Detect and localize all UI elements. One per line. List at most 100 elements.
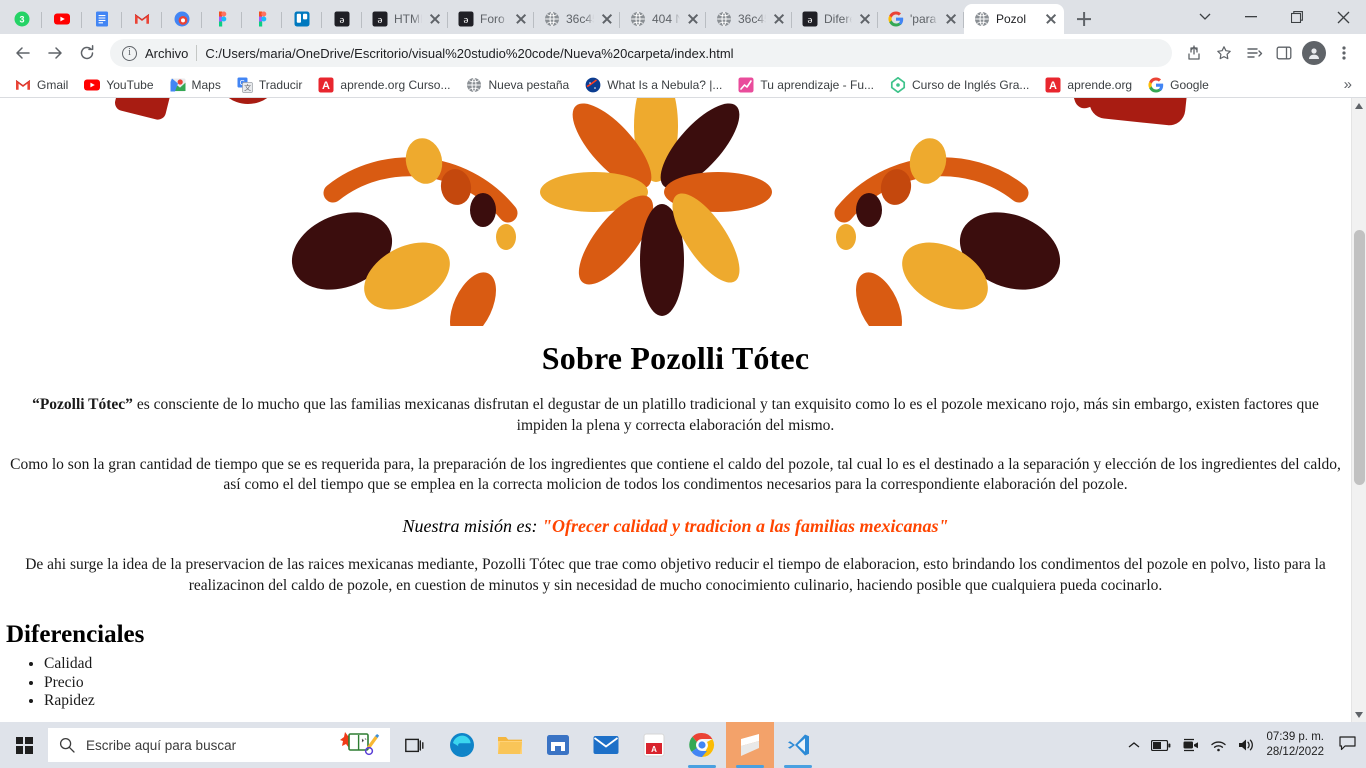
- tab-close-icon[interactable]: [858, 12, 872, 26]
- page-scrollbar[interactable]: [1351, 98, 1366, 722]
- bookmark-label: Gmail: [37, 77, 69, 92]
- reload-icon[interactable]: [72, 38, 102, 68]
- vscode-icon: [787, 734, 809, 756]
- browser-tab[interactable]: [202, 4, 242, 34]
- task-view-button[interactable]: [390, 722, 438, 768]
- volume-icon[interactable]: [1238, 738, 1255, 752]
- tab-title: Difere: [824, 12, 852, 26]
- search-icon: [58, 736, 76, 754]
- maximize-icon[interactable]: [1274, 0, 1320, 34]
- browser-tab[interactable]: 36c45: [534, 4, 620, 34]
- bookmark-label: aprende.org: [1067, 77, 1133, 92]
- browser-tab[interactable]: 404 N: [620, 4, 706, 34]
- reading-list-icon[interactable]: [1240, 39, 1268, 67]
- page-title: Sobre Pozolli Tótec: [541, 340, 810, 376]
- bookmark-item[interactable]: Google: [1141, 74, 1216, 96]
- star-icon[interactable]: [1210, 39, 1238, 67]
- windows-start-icon: [15, 736, 33, 754]
- scrollbar-thumb[interactable]: [1354, 230, 1365, 485]
- address-bar[interactable]: i Archivo C:/Users/maria/OneDrive/Escrit…: [110, 39, 1172, 67]
- minimize-icon[interactable]: [1228, 0, 1274, 34]
- list-item: Rapidez: [44, 692, 1351, 711]
- browser-tab[interactable]: [82, 4, 122, 34]
- browser-tab[interactable]: ə Foro: [448, 4, 534, 34]
- profile-avatar-icon[interactable]: [1302, 41, 1326, 65]
- tab-close-icon[interactable]: [772, 12, 786, 26]
- tab-close-icon[interactable]: [944, 12, 958, 26]
- battery-icon[interactable]: [1151, 739, 1171, 751]
- browser-tab[interactable]: ə HTML: [362, 4, 448, 34]
- side-panel-icon[interactable]: [1270, 39, 1298, 67]
- svg-text:3: 3: [19, 15, 24, 25]
- browser-tab[interactable]: 3: [2, 4, 42, 34]
- trello-icon: [294, 11, 310, 27]
- three-dot-menu-icon[interactable]: [1330, 39, 1358, 67]
- tab-close-icon[interactable]: [1044, 12, 1058, 26]
- browser-tab[interactable]: 36c45: [706, 4, 792, 34]
- browser-tab[interactable]: ə Difere: [792, 4, 878, 34]
- taskbar-app-acrobat-reader[interactable]: A: [630, 722, 678, 768]
- bookmark-item[interactable]: Aaprende.org: [1038, 74, 1139, 96]
- taskbar-search-box[interactable]: Escribe aquí para buscar: [48, 728, 390, 762]
- figma-icon: [254, 11, 270, 27]
- task-view-icon: [404, 738, 423, 752]
- bookmark-item[interactable]: Aaprende.org Curso...: [311, 74, 457, 96]
- sublime-text-icon: [741, 734, 759, 756]
- start-button[interactable]: [0, 722, 48, 768]
- tab-close-icon[interactable]: [514, 12, 528, 26]
- browser-tab[interactable]: [162, 4, 202, 34]
- bookmark-item[interactable]: YouTube: [77, 74, 160, 96]
- share-icon[interactable]: [1180, 39, 1208, 67]
- browser-tab[interactable]: [242, 4, 282, 34]
- bookmark-item[interactable]: Nueva pestaña: [459, 74, 576, 96]
- brand-name-bold: “Pozolli Tótec”: [32, 396, 133, 413]
- site-info-icon[interactable]: i: [122, 45, 137, 61]
- tab-search-icon[interactable]: [1182, 0, 1228, 34]
- tab-close-icon[interactable]: [600, 12, 614, 26]
- browser-tab[interactable]: Pozol: [964, 4, 1064, 34]
- scroll-down-arrow-icon[interactable]: [1352, 707, 1366, 722]
- divider: [196, 45, 198, 61]
- back-arrow-icon[interactable]: [8, 38, 38, 68]
- notification-icon[interactable]: [1335, 735, 1356, 755]
- bookmark-item[interactable]: What Is a Nebula? |...: [578, 74, 729, 96]
- browser-tab[interactable]: [42, 4, 82, 34]
- whatsapp-icon: 3: [14, 11, 30, 27]
- avatar[interactable]: [1300, 39, 1328, 67]
- chevron-up-icon[interactable]: [1128, 741, 1140, 749]
- svg-text:ə: ə: [340, 14, 345, 26]
- wifi-icon[interactable]: [1210, 739, 1227, 752]
- browser-tab[interactable]: [122, 4, 162, 34]
- hero-decoration: [0, 98, 1351, 326]
- bookmarks-overflow-button[interactable]: »: [1338, 76, 1358, 93]
- tab-title: Foro: [480, 12, 505, 26]
- new-tab-button[interactable]: [1070, 5, 1098, 33]
- gmail-icon: [134, 11, 150, 27]
- bookmark-item[interactable]: Tu aprendizaje - Fu...: [731, 74, 881, 96]
- nasa-icon: [585, 77, 601, 93]
- bookmark-item[interactable]: Maps: [163, 74, 228, 96]
- bookmark-item[interactable]: Curso de Inglés Gra...: [883, 74, 1036, 96]
- taskbar-app-vscode[interactable]: [774, 722, 822, 768]
- scroll-up-arrow-icon[interactable]: [1352, 98, 1366, 113]
- taskbar-app-chrome[interactable]: [678, 722, 726, 768]
- taskbar-app-edge[interactable]: [438, 722, 486, 768]
- tab-close-icon[interactable]: [428, 12, 442, 26]
- browser-tab[interactable]: ə: [322, 4, 362, 34]
- globe-icon: [544, 11, 560, 27]
- paragraph-factors: Como lo son la gran cantidad de tiempo q…: [10, 455, 1341, 494]
- close-window-icon[interactable]: [1320, 0, 1366, 34]
- browser-tab[interactable]: [282, 4, 322, 34]
- forward-arrow-icon[interactable]: [40, 38, 70, 68]
- taskbar-clock[interactable]: 07:39 p. m. 28/12/2022: [1266, 730, 1324, 760]
- bookmark-item[interactable]: G文 Traducir: [230, 74, 310, 96]
- taskbar-app-mail[interactable]: [582, 722, 630, 768]
- camera-icon[interactable]: [1182, 738, 1199, 752]
- taskbar-app-microsoft-store[interactable]: [534, 722, 582, 768]
- tab-close-icon[interactable]: [686, 12, 700, 26]
- bookmark-item[interactable]: Gmail: [8, 74, 75, 96]
- taskbar-app-sublime-text[interactable]: [726, 722, 774, 768]
- taskbar-app-file-explorer[interactable]: [486, 722, 534, 768]
- browser-tab[interactable]: 'para: [878, 4, 964, 34]
- url-scheme-label: Archivo: [145, 45, 189, 61]
